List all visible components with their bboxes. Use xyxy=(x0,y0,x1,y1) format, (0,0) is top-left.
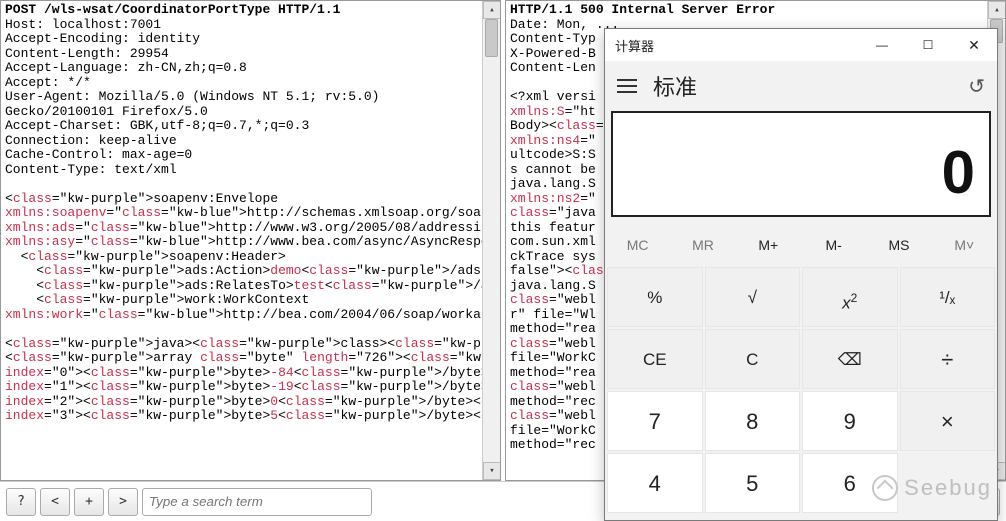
calc-display: 0 xyxy=(611,111,991,217)
close-button[interactable]: ✕ xyxy=(951,29,997,61)
key-⌫[interactable]: ⌫ xyxy=(802,329,898,389)
footer-button[interactable]: < xyxy=(40,488,70,516)
mode-label: 标准 xyxy=(653,70,697,102)
mem-ms[interactable]: MS xyxy=(866,225,931,265)
key-√[interactable]: √ xyxy=(705,267,801,327)
key-%[interactable]: % xyxy=(607,267,703,327)
key-5[interactable]: 5 xyxy=(705,453,801,513)
key-¹/ₓ[interactable]: ¹/ₓ xyxy=(900,267,996,327)
key-C[interactable]: C xyxy=(705,329,801,389)
calc-title: 计算器 xyxy=(615,36,654,55)
key-9[interactable]: 9 xyxy=(802,391,898,451)
key-÷[interactable]: ÷ xyxy=(900,329,996,389)
footer-button[interactable]: + xyxy=(74,488,104,516)
mem-mr: MR xyxy=(670,225,735,265)
mem-m+[interactable]: M+ xyxy=(736,225,801,265)
minimize-button[interactable]: — xyxy=(859,29,905,61)
footer-button[interactable]: > xyxy=(108,488,138,516)
calc-titlebar[interactable]: 计算器 — ☐ ✕ xyxy=(605,29,997,61)
history-icon[interactable]: ↺ xyxy=(968,74,985,99)
scrollbar-v-left[interactable]: ▴ ▾ xyxy=(482,1,500,480)
watermark-text: Seebug xyxy=(904,475,992,501)
key-8[interactable]: 8 xyxy=(705,391,801,451)
footer-button[interactable]: ? xyxy=(6,488,36,516)
mem-m-[interactable]: M- xyxy=(801,225,866,265)
key-4[interactable]: 4 xyxy=(607,453,703,513)
watermark-icon xyxy=(872,475,898,501)
calculator-window: 计算器 — ☐ ✕ 标准 ↺ 0 MCMRM+M-MSM˅ %√x2¹/ₓ CEC… xyxy=(604,28,998,521)
maximize-button[interactable]: ☐ xyxy=(905,29,951,61)
request-pane: POST /wls-wsat/CoordinatorPortType HTTP/… xyxy=(0,0,501,481)
memory-row: MCMRM+M-MSM˅ xyxy=(605,225,997,265)
menu-icon[interactable] xyxy=(617,79,637,93)
key-CE[interactable]: CE xyxy=(607,329,703,389)
key-7[interactable]: 7 xyxy=(607,391,703,451)
mem-m˅: M˅ xyxy=(932,225,997,265)
request-text[interactable]: POST /wls-wsat/CoordinatorPortType HTTP/… xyxy=(1,1,482,480)
calc-mode-bar: 标准 ↺ xyxy=(605,61,997,111)
scroll-up-icon[interactable]: ▴ xyxy=(483,1,501,19)
scroll-down-icon[interactable]: ▾ xyxy=(483,462,501,480)
key-x²[interactable]: x2 xyxy=(802,267,898,327)
search-input[interactable] xyxy=(142,488,372,516)
scroll-thumb[interactable] xyxy=(485,19,498,57)
watermark: Seebug xyxy=(872,475,992,501)
key-×[interactable]: × xyxy=(900,391,996,451)
mem-mc: MC xyxy=(605,225,670,265)
scroll-up-icon[interactable]: ▴ xyxy=(988,1,1006,19)
